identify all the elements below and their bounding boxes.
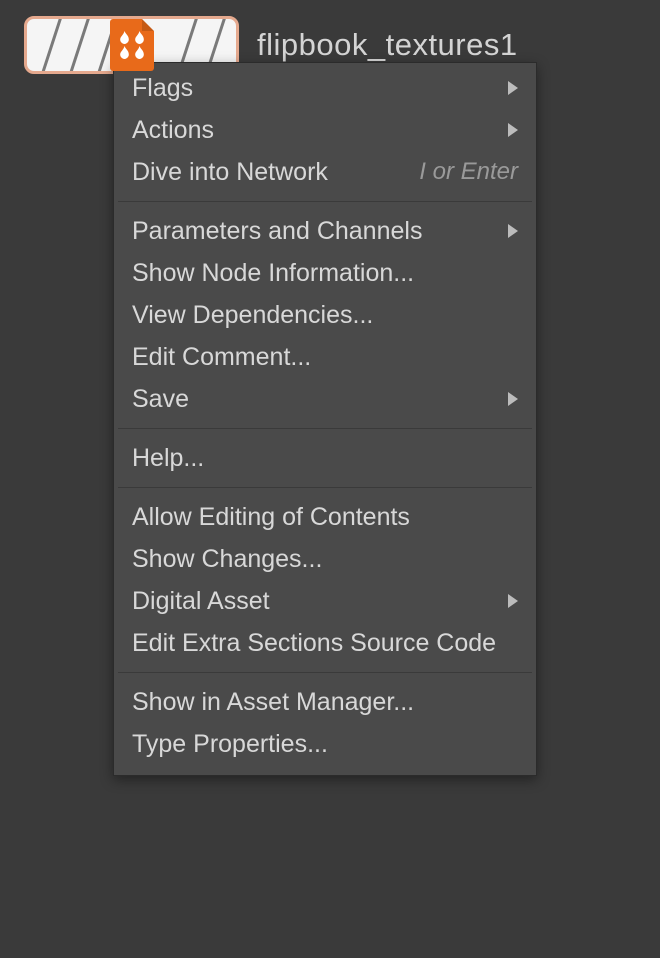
node-stripe [65, 16, 93, 74]
menu-item-label: Parameters and Channels [132, 217, 422, 246]
menu-item-view-dependencies[interactable]: View Dependencies... [114, 294, 536, 336]
menu-item-save[interactable]: Save [114, 378, 536, 420]
submenu-arrow-icon [508, 594, 518, 608]
menu-item-edit-comment[interactable]: Edit Comment... [114, 336, 536, 378]
menu-item-digital-asset[interactable]: Digital Asset [114, 580, 536, 622]
node-label: flipbook_textures1 [257, 27, 518, 63]
menu-item-dive-into-network[interactable]: Dive into Network I or Enter [114, 151, 536, 193]
menu-separator [118, 487, 532, 488]
context-menu: Flags Actions Dive into Network I or Ent… [113, 62, 537, 776]
fire-page-icon [110, 19, 154, 71]
menu-separator [118, 428, 532, 429]
menu-item-edit-extra-sections-source-code[interactable]: Edit Extra Sections Source Code [114, 622, 536, 664]
menu-item-type-properties[interactable]: Type Properties... [114, 723, 536, 765]
menu-separator [118, 201, 532, 202]
menu-item-label: Save [132, 385, 189, 414]
menu-item-label: Digital Asset [132, 587, 270, 616]
menu-item-label: Type Properties... [132, 730, 328, 759]
menu-item-allow-editing-of-contents[interactable]: Allow Editing of Contents [114, 496, 536, 538]
menu-item-show-node-information[interactable]: Show Node Information... [114, 252, 536, 294]
submenu-arrow-icon [508, 392, 518, 406]
menu-item-show-in-asset-manager[interactable]: Show in Asset Manager... [114, 681, 536, 723]
menu-item-label: Show Changes... [132, 545, 322, 574]
menu-item-label: Allow Editing of Contents [132, 503, 410, 532]
submenu-arrow-icon [508, 81, 518, 95]
submenu-arrow-icon [508, 123, 518, 137]
submenu-arrow-icon [508, 224, 518, 238]
menu-item-label: Edit Extra Sections Source Code [132, 629, 496, 658]
menu-item-parameters-and-channels[interactable]: Parameters and Channels [114, 210, 536, 252]
menu-item-label: Dive into Network [132, 158, 328, 187]
menu-item-show-changes[interactable]: Show Changes... [114, 538, 536, 580]
menu-item-shortcut: I or Enter [419, 158, 518, 186]
menu-item-actions[interactable]: Actions [114, 109, 536, 151]
menu-item-label: Help... [132, 444, 204, 473]
menu-item-label: Edit Comment... [132, 343, 311, 372]
menu-item-label: Show in Asset Manager... [132, 688, 414, 717]
menu-item-label: Actions [132, 116, 214, 145]
menu-item-help[interactable]: Help... [114, 437, 536, 479]
menu-item-label: Show Node Information... [132, 259, 414, 288]
menu-item-label: Flags [132, 74, 193, 103]
menu-separator [118, 672, 532, 673]
node-stripe [37, 16, 65, 74]
menu-item-label: View Dependencies... [132, 301, 373, 330]
menu-item-flags[interactable]: Flags [114, 67, 536, 109]
